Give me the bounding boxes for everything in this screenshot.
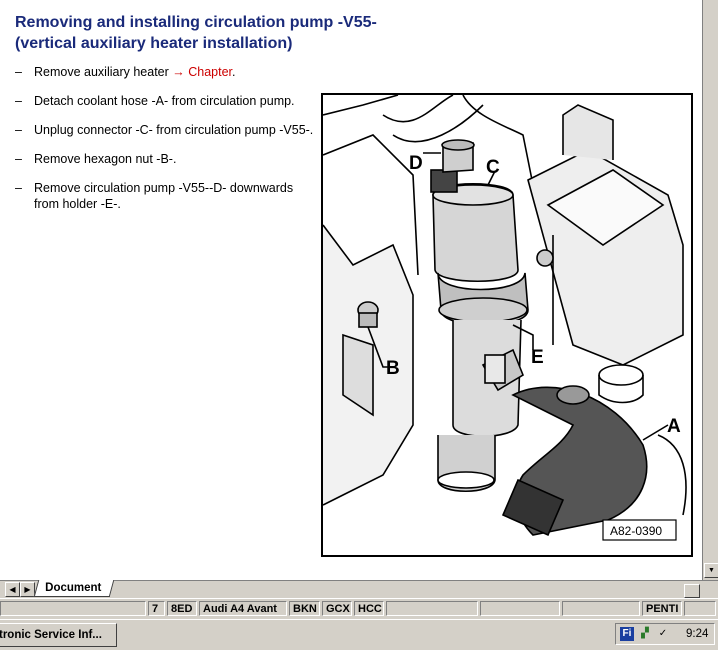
status-cell bbox=[480, 601, 560, 616]
bullet-dash: – bbox=[15, 181, 22, 195]
status-cell: 7 bbox=[148, 601, 165, 616]
taskbar-app-button[interactable]: tronic Service Inf... bbox=[0, 623, 117, 647]
horizontal-scrollbar[interactable] bbox=[130, 584, 700, 598]
status-cell bbox=[562, 601, 640, 616]
list-item: – Unplug connector -C- from circulation … bbox=[15, 122, 320, 138]
bullet-dash: – bbox=[15, 65, 22, 79]
clock: 9:24 bbox=[686, 628, 709, 640]
status-cell: HCC bbox=[354, 601, 384, 616]
step-text: Unplug connector -C- from circulation pu… bbox=[34, 123, 314, 137]
tab-document-label: Document bbox=[45, 582, 102, 594]
status-cell-blank bbox=[0, 601, 146, 616]
step-text-end: . bbox=[232, 65, 236, 79]
page-title-line-1: Removing and installing circulation pump… bbox=[15, 14, 377, 31]
status-cell bbox=[386, 601, 478, 616]
bullet-dash: – bbox=[15, 123, 22, 137]
page-title-line-2: (vertical auxiliary heater installation) bbox=[15, 35, 293, 52]
chapter-link[interactable]: → Chapter bbox=[172, 65, 232, 79]
status-bar: 7 8ED Audi A4 Avant BKN GCX HCC PENTI bbox=[0, 598, 718, 619]
status-cell: BKN bbox=[289, 601, 320, 616]
list-item: – Remove hexagon nut -B-. bbox=[15, 151, 320, 167]
pump-drawing: D C B E A A82-0390 bbox=[323, 95, 687, 541]
page-title: Removing and installing circulation pump… bbox=[15, 12, 435, 54]
tray-badge-icon[interactable]: Fi bbox=[620, 627, 634, 641]
scroll-down-icon[interactable]: ▼ bbox=[704, 563, 718, 578]
step-text: Remove circulation pump -V55--D- downwar… bbox=[34, 181, 294, 211]
label-b: B bbox=[386, 358, 400, 379]
bullet-dash: – bbox=[15, 152, 22, 166]
tab-bar: ◀ ▶ Document bbox=[0, 580, 718, 598]
triangle-right-icon[interactable]: ▶ bbox=[20, 582, 35, 597]
list-item: – Remove circulation pump -V55--D- downw… bbox=[15, 180, 320, 212]
status-cell: PENTI bbox=[642, 601, 682, 616]
volume-icon[interactable]: ✓ bbox=[656, 627, 670, 641]
triangle-left-icon[interactable]: ◀ bbox=[5, 582, 20, 597]
status-cell: 8ED bbox=[167, 601, 197, 616]
procedure-steps: – Remove auxiliary heater → Chapter. – D… bbox=[15, 64, 320, 225]
label-c: C bbox=[486, 157, 500, 178]
list-item: – Remove auxiliary heater → Chapter. bbox=[15, 64, 320, 80]
document-pane: Removing and installing circulation pump… bbox=[0, 0, 702, 580]
scroll-thumb[interactable] bbox=[684, 584, 700, 598]
system-tray: Fi ▞ ✓ 9:24 bbox=[615, 623, 715, 645]
status-cell: Audi A4 Avant bbox=[199, 601, 287, 616]
tab-document[interactable]: Document bbox=[33, 580, 115, 597]
status-cell: GCX bbox=[322, 601, 352, 616]
list-item: – Detach coolant hose -A- from circulati… bbox=[15, 93, 320, 109]
status-cell bbox=[684, 601, 716, 616]
taskbar: tronic Service Inf... Fi ▞ ✓ 9:24 bbox=[0, 619, 718, 650]
bullet-dash: – bbox=[15, 94, 22, 108]
pump-illustration: D C B E A A82-0390 bbox=[321, 93, 693, 557]
step-text: Remove hexagon nut -B-. bbox=[34, 152, 177, 166]
label-d: D bbox=[409, 153, 423, 174]
step-text: Remove auxiliary heater bbox=[34, 65, 173, 79]
step-text: Detach coolant hose -A- from circulation… bbox=[34, 94, 295, 108]
figure-ref-code: A82-0390 bbox=[610, 524, 662, 538]
network-icon[interactable]: ▞ bbox=[638, 627, 652, 641]
label-e: E bbox=[531, 347, 544, 368]
vertical-scrollbar[interactable]: ▼ bbox=[702, 0, 718, 580]
label-a: A bbox=[667, 416, 681, 437]
